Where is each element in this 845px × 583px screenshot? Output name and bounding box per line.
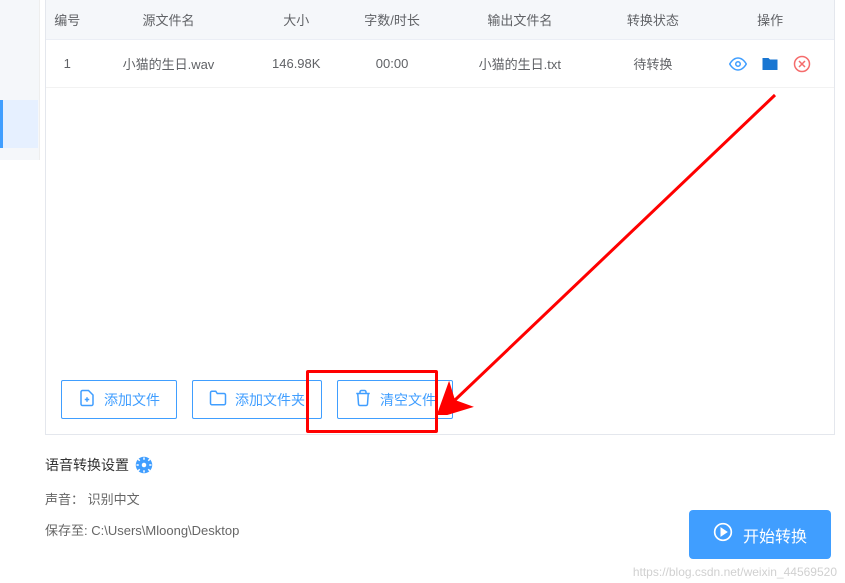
voice-setting: 声音： 识别中文 [45,489,835,508]
col-status: 转换状态 [600,0,706,40]
cell-duration: 00:00 [344,40,440,88]
add-folder-icon [209,389,227,410]
sidebar-active-item[interactable] [0,100,38,148]
play-icon [713,522,733,547]
col-duration: 字数/时长 [344,0,440,40]
start-convert-button[interactable]: 开始转换 [689,510,831,559]
col-size: 大小 [248,0,344,40]
col-num: 编号 [46,0,89,40]
add-file-icon [78,389,96,410]
cell-source: 小猫的生日.wav [89,40,249,88]
add-folder-button[interactable]: 添加文件夹 [192,380,322,419]
start-convert-label: 开始转换 [743,523,807,547]
col-ops: 操作 [706,0,834,40]
col-output: 输出文件名 [440,0,600,40]
file-table: 编号 源文件名 大小 字数/时长 输出文件名 转换状态 操作 1 小猫的生日.w… [46,0,834,88]
settings-title: 语音转换设置 [45,455,835,475]
cell-num: 1 [46,40,89,88]
cell-output: 小猫的生日.txt [440,40,600,88]
file-table-container: 编号 源文件名 大小 字数/时长 输出文件名 转换状态 操作 1 小猫的生日.w… [45,0,835,435]
preview-icon[interactable] [729,55,747,73]
delete-icon[interactable] [793,55,811,73]
cell-size: 146.98K [248,40,344,88]
col-source: 源文件名 [89,0,249,40]
open-folder-icon[interactable] [761,55,779,73]
add-folder-label: 添加文件夹 [235,390,305,410]
trash-icon [354,389,372,410]
table-row[interactable]: 1 小猫的生日.wav 146.98K 00:00 小猫的生日.txt 待转换 [46,40,834,88]
gear-icon[interactable] [135,456,153,474]
clear-files-label: 清空文件 [380,390,436,410]
cell-status: 待转换 [600,40,706,88]
add-file-button[interactable]: 添加文件 [61,380,177,419]
add-file-label: 添加文件 [104,390,160,410]
clear-files-button[interactable]: 清空文件 [337,380,453,419]
sidebar-fragment [0,0,40,160]
